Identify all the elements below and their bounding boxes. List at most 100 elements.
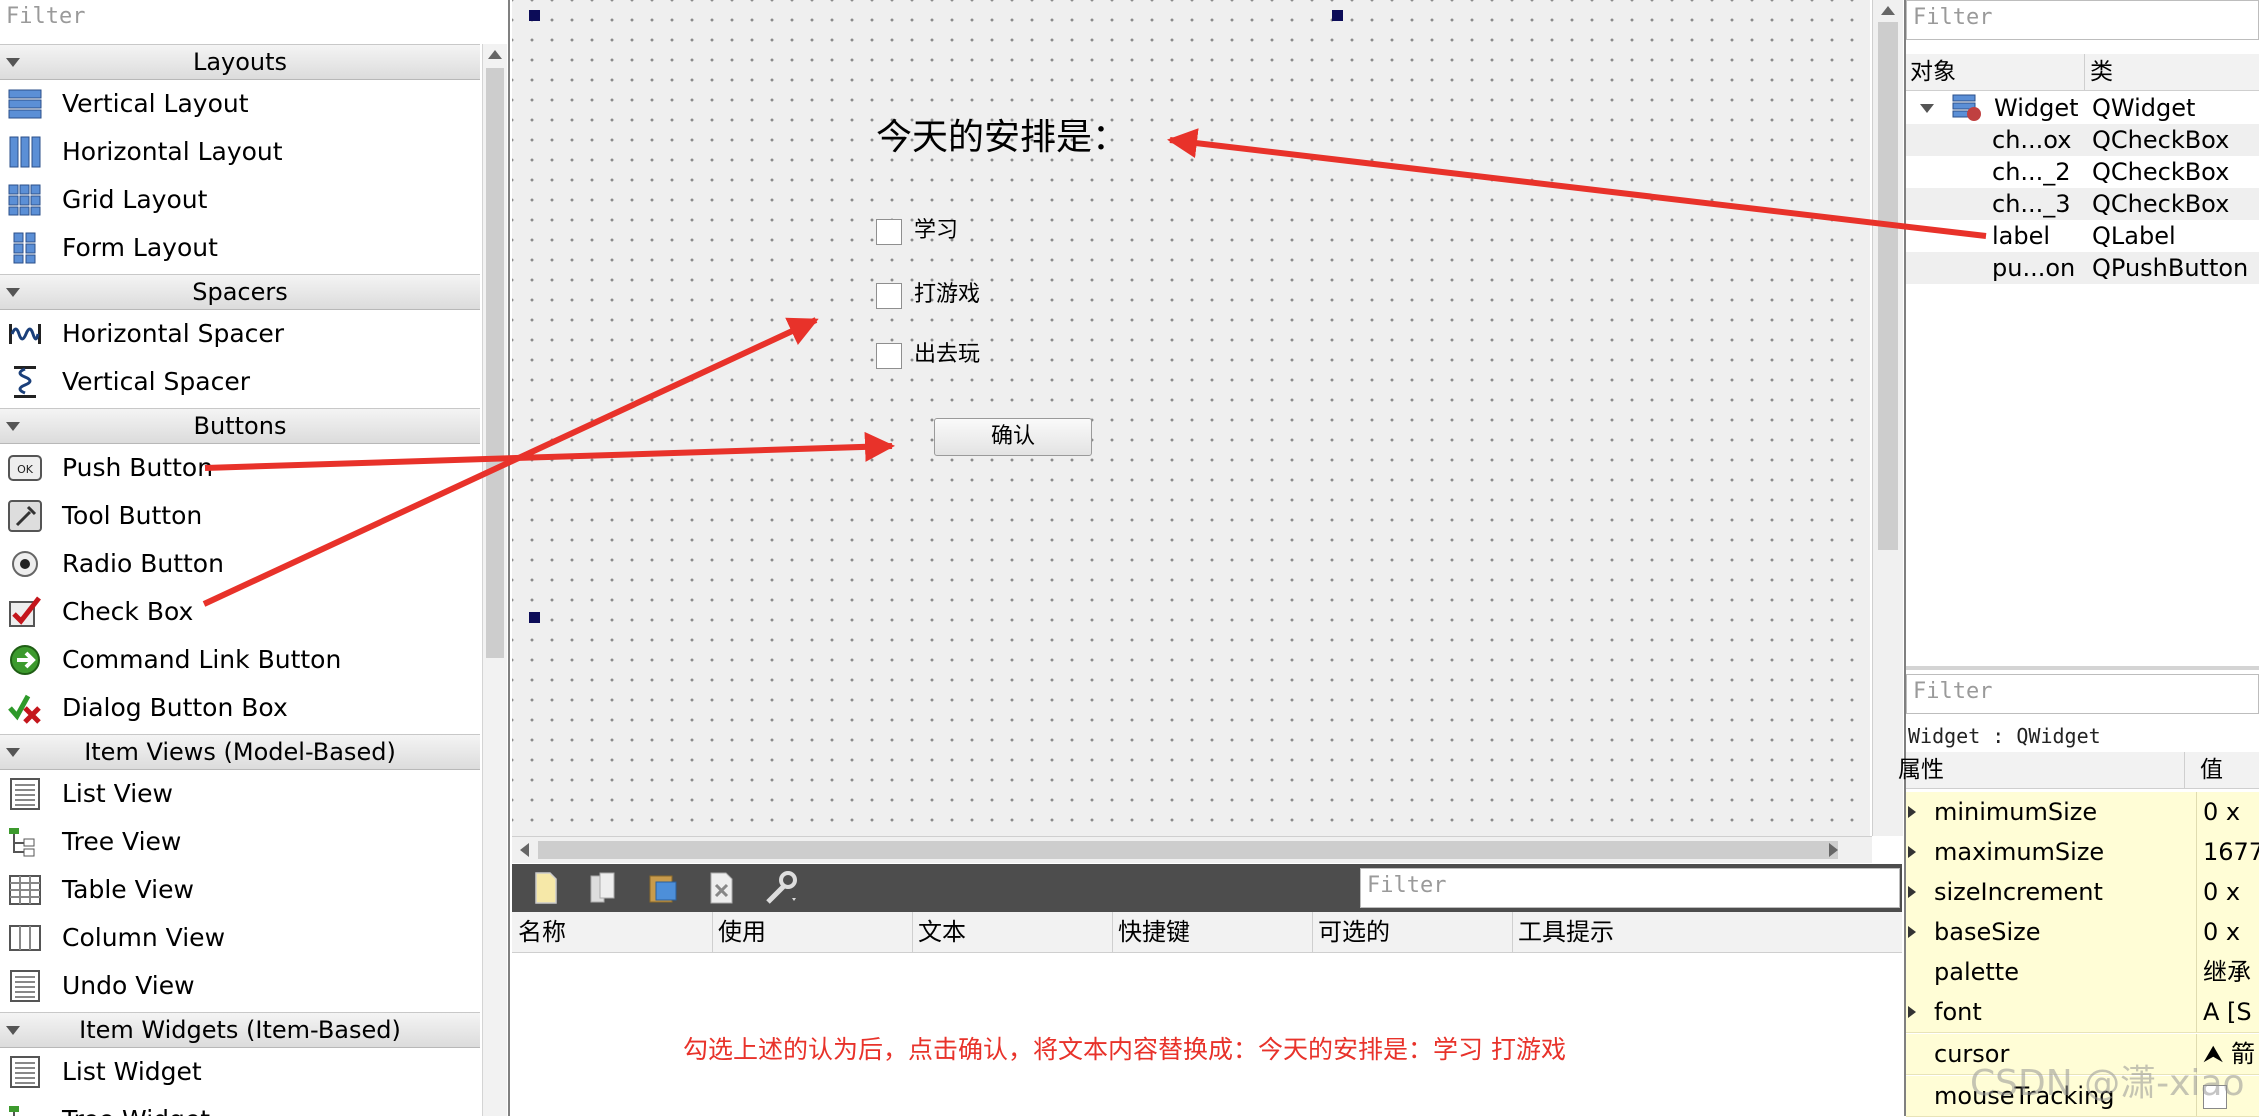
widget-label: Horizontal Layout: [62, 137, 283, 166]
scroll-up-icon[interactable]: [1881, 6, 1895, 15]
svg-text:OK: OK: [17, 463, 34, 476]
scroll-up-icon[interactable]: [488, 50, 502, 59]
paste-action-icon[interactable]: [644, 870, 680, 906]
horizontal-layout-icon: [9, 136, 41, 168]
widget-undo-view[interactable]: Undo View: [0, 962, 480, 1010]
object-row[interactable]: ch..._2 QCheckBox: [1906, 156, 2259, 188]
property-row[interactable]: minimumSize0 x 0: [1906, 792, 2259, 872]
property-row[interactable]: palette 继承: [1906, 952, 2259, 993]
widget-box-scrollbar[interactable]: [482, 44, 507, 1116]
property-context-label: Widget : QWidget: [1908, 724, 2101, 748]
tree-view-icon: [9, 828, 35, 857]
delete-action-icon[interactable]: [704, 870, 740, 906]
widget-label: Tree View: [62, 827, 182, 856]
scrollbar-thumb[interactable]: [538, 841, 1838, 859]
property-filter-input[interactable]: Filter: [1906, 674, 2259, 714]
widget-command-link-button[interactable]: Command Link Button: [0, 636, 480, 684]
widget-vertical-spacer[interactable]: Vertical Spacer: [0, 358, 480, 406]
property-row[interactable]: maximumSize16777: [1906, 832, 2259, 873]
column-header-shortcut[interactable]: 快捷键: [1112, 912, 1313, 952]
property-row[interactable]: baseSize0 x 0: [1906, 912, 2259, 992]
expand-arrow-icon[interactable]: [1908, 886, 1916, 898]
column-header-checkable[interactable]: 可选的: [1312, 912, 1513, 952]
widget-horizontal-spacer[interactable]: Horizontal Spacer: [0, 310, 480, 358]
column-header-name[interactable]: 名称: [512, 912, 713, 952]
widget-label: Horizontal Spacer: [62, 319, 285, 348]
checkbox-game[interactable]: [876, 283, 902, 309]
widget-label: Radio Button: [62, 549, 224, 578]
column-header-text[interactable]: 文本: [912, 912, 1113, 952]
checkbox-outing[interactable]: [876, 343, 902, 369]
widget-vertical-layout[interactable]: Vertical Layout: [0, 80, 480, 128]
property-row[interactable]: sizeIncrement0 x 0: [1906, 872, 2259, 952]
canvas-horizontal-scrollbar[interactable]: [512, 836, 1872, 863]
form-label[interactable]: 今天的安排是：: [876, 116, 1128, 160]
confirm-button[interactable]: 确认: [934, 418, 1092, 456]
new-action-icon[interactable]: [528, 870, 564, 906]
object-row[interactable]: ch..._3 QCheckBox: [1906, 188, 2259, 220]
action-table-header: 名称 使用 文本 快捷键 可选的 工具提示: [512, 912, 1902, 953]
property-editor-header: 属性 值: [1898, 752, 2259, 789]
column-header-used[interactable]: 使用: [712, 912, 913, 952]
object-row-widget[interactable]: Widget QWidget: [1906, 92, 2259, 124]
copy-action-icon[interactable]: [586, 870, 622, 906]
widget-grid-layout[interactable]: Grid Layout: [0, 176, 480, 224]
canvas-vertical-scrollbar[interactable]: [1872, 0, 1903, 836]
widget-label: Push Button: [62, 453, 214, 482]
widget-horizontal-layout[interactable]: Horizontal Layout: [0, 128, 480, 176]
widget-radio-button[interactable]: Radio Button: [0, 540, 480, 588]
widget-label: Column View: [62, 923, 226, 952]
action-filter-input[interactable]: Filter: [1360, 868, 1900, 908]
expand-icon[interactable]: [1920, 104, 1934, 113]
object-filter-input[interactable]: Filter: [1906, 0, 2259, 40]
configure-wrench-icon[interactable]: [762, 870, 798, 906]
header-value[interactable]: 值: [2196, 752, 2223, 788]
category-layouts[interactable]: Layouts: [0, 44, 480, 80]
widget-tree-view[interactable]: Tree View: [0, 818, 480, 866]
column-header-tooltip[interactable]: 工具提示: [1512, 912, 1902, 952]
widget-dialog-button-box[interactable]: Dialog Button Box: [0, 684, 480, 732]
tool-button-icon: [8, 500, 42, 532]
scrollbar-thumb[interactable]: [486, 68, 504, 658]
widget-table-view[interactable]: Table View: [0, 866, 480, 914]
selection-handle[interactable]: [1332, 10, 1343, 21]
list-view-icon: [10, 778, 40, 810]
widget-filter-input[interactable]: Filter: [0, 0, 508, 38]
category-spacers[interactable]: Spacers: [0, 274, 480, 310]
panel-splitter[interactable]: [1906, 666, 2259, 670]
scroll-left-icon[interactable]: [520, 843, 529, 857]
form-canvas[interactable]: 今天的安排是： 学习 打游戏 出去玩: [512, 0, 1870, 836]
widget-form-layout[interactable]: Form Layout: [0, 224, 480, 272]
expand-arrow-icon[interactable]: [1908, 806, 1916, 818]
widget-list-view[interactable]: List View: [0, 770, 480, 818]
header-class[interactable]: 类: [2086, 54, 2113, 90]
selection-handle[interactable]: [529, 10, 540, 21]
expand-arrow-icon[interactable]: [1908, 1006, 1916, 1018]
category-buttons[interactable]: Buttons: [0, 408, 480, 444]
widget-push-button[interactable]: OK Push Button: [0, 444, 480, 492]
widget-tree-widget[interactable]: Tree Widget: [0, 1096, 480, 1116]
object-row[interactable]: ch...ox QCheckBox: [1906, 124, 2259, 156]
widget-label: Form Layout: [62, 233, 218, 262]
vertical-spacer-icon: [14, 366, 36, 398]
expand-arrow-icon[interactable]: [1908, 926, 1916, 938]
object-row[interactable]: label QLabel: [1906, 220, 2259, 252]
widget-list-widget[interactable]: List Widget: [0, 1048, 480, 1096]
object-row[interactable]: pu...on QPushButton: [1906, 252, 2259, 284]
expand-arrow-icon[interactable]: [1908, 846, 1916, 858]
category-item-views[interactable]: Item Views (Model-Based): [0, 734, 480, 770]
widget-label: List Widget: [62, 1057, 202, 1086]
widget-column-view[interactable]: Column View: [0, 914, 480, 962]
inspector-panel: Filter 对象 类 Widget QWidget ch...ox QChec…: [1898, 0, 2259, 1117]
scroll-right-icon[interactable]: [1829, 843, 1838, 857]
scrollbar-thumb[interactable]: [1878, 22, 1898, 550]
property-row[interactable]: font A [S: [1906, 992, 2259, 1033]
header-object[interactable]: 对象: [1906, 54, 2085, 90]
category-item-widgets[interactable]: Item Widgets (Item-Based): [0, 1012, 480, 1048]
widget-label: Vertical Layout: [62, 89, 249, 118]
selection-handle[interactable]: [529, 612, 540, 623]
widget-tool-button[interactable]: Tool Button: [0, 492, 480, 540]
header-property[interactable]: 属性: [1894, 752, 2185, 788]
checkbox-study[interactable]: [876, 219, 902, 245]
widget-check-box[interactable]: Check Box: [0, 588, 480, 636]
